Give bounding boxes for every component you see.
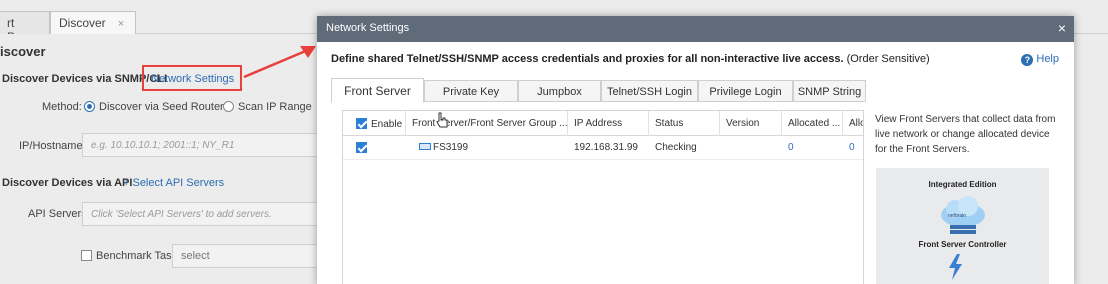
radio-label: Scan IP Range xyxy=(238,101,312,113)
dialog-tab-bar: Front Server Private Key Jumpbox Telnet/… xyxy=(331,78,866,103)
help-link[interactable]: ? Help xyxy=(1021,53,1059,66)
column-status[interactable]: Status xyxy=(649,111,720,136)
front-server-name: FS3199 xyxy=(433,142,469,153)
description-rest: (Order Sensitive) xyxy=(843,53,930,65)
radio-selected-icon xyxy=(84,101,95,112)
tab-jumpbox[interactable]: Jumpbox xyxy=(518,80,601,102)
close-icon[interactable]: × xyxy=(1058,20,1066,36)
help-icon: ? xyxy=(1021,54,1034,66)
side-help-text: View Front Servers that collect data fro… xyxy=(875,114,1056,155)
cloud-logo-text: netbrain xyxy=(948,213,966,219)
column-ip-address[interactable]: IP Address xyxy=(568,111,649,136)
api-servers-label: API Servers: xyxy=(28,208,90,220)
select-api-servers-link[interactable]: + Select API Servers xyxy=(123,177,224,189)
column-label: Enable xyxy=(371,119,403,130)
column-allocated[interactable]: Allocated ... xyxy=(782,111,843,136)
tab-front-server[interactable]: Front Server xyxy=(331,78,424,103)
select-all-checkbox-icon[interactable] xyxy=(356,118,367,129)
column-allocated-2[interactable]: Allo xyxy=(843,111,863,136)
column-version[interactable]: Version xyxy=(720,111,782,136)
front-server-name-cell: FS3199 xyxy=(413,136,568,160)
column-front-server[interactable]: Front Server/Front Server Group ... xyxy=(406,111,568,136)
benchmark-task-label: Benchmark Task: xyxy=(96,250,181,262)
version-cell xyxy=(720,136,782,160)
hand-cursor-icon xyxy=(436,112,448,128)
front-server-illustration: Integrated Edition netbrain Front Server… xyxy=(876,168,1049,284)
lightning-icon xyxy=(949,254,962,280)
column-enable[interactable]: Enable xyxy=(343,111,406,136)
annotation-arrow xyxy=(243,46,316,79)
benchmark-task-checkbox[interactable]: Benchmark Task: xyxy=(81,250,180,262)
radio-label: Discover via Seed Routers xyxy=(99,101,230,113)
tab-snmp-string[interactable]: SNMP String xyxy=(793,80,866,102)
illustration-caption: Front Server Controller xyxy=(918,240,1007,249)
allocated-count-link-2[interactable]: 0 xyxy=(843,136,863,160)
status-cell: Checking xyxy=(655,142,697,153)
dialog-title: Network Settings xyxy=(326,22,410,34)
network-settings-dialog: Network Settings × Define shared Telnet/… xyxy=(317,16,1074,284)
table-header: Enable Front Server/Front Server Group .… xyxy=(343,111,863,136)
illustration-title: Integrated Edition xyxy=(928,180,997,189)
api-servers-input[interactable]: Click 'Select API Servers' to add server… xyxy=(82,202,322,226)
description-bold: Define shared Telnet/SSH/SNMP access cre… xyxy=(331,53,844,65)
tab-telnet-ssh-login[interactable]: Telnet/SSH Login xyxy=(601,80,698,102)
ip-address-cell: 192.168.31.99 xyxy=(574,142,638,153)
table-row[interactable]: FS3199 192.168.31.99 Checking 0 0 xyxy=(343,136,863,160)
front-server-table: Enable Front Server/Front Server Group .… xyxy=(342,110,864,284)
row-checkbox-icon[interactable] xyxy=(356,142,367,153)
radio-icon xyxy=(223,101,234,112)
allocated-count-link[interactable]: 0 xyxy=(782,136,843,160)
front-server-icon xyxy=(419,143,431,150)
dialog-header: Network Settings × xyxy=(317,16,1074,42)
tab-privilege-login[interactable]: Privilege Login xyxy=(698,80,793,102)
tab-private-key[interactable]: Private Key xyxy=(424,80,518,102)
cloud-server-icon: netbrain xyxy=(941,196,985,234)
benchmark-task-select[interactable]: select xyxy=(172,244,322,268)
help-label: Help xyxy=(1036,53,1059,65)
ip-hostname-label: IP/Hostname: xyxy=(19,140,86,152)
ip-hostname-input[interactable]: e.g. 10.10.10.1; 2001::1; NY_R1 xyxy=(82,133,322,157)
seed-routers-radio[interactable]: Discover via Seed Routers xyxy=(84,101,229,113)
method-label: Method: xyxy=(42,101,82,113)
api-section-title: Discover Devices via API xyxy=(2,177,133,189)
dialog-description: Define shared Telnet/SSH/SNMP access cre… xyxy=(331,53,930,65)
checkbox-icon xyxy=(81,250,92,261)
scan-ip-range-radio[interactable]: Scan IP Range xyxy=(223,101,312,113)
row-enable-cell xyxy=(343,136,406,160)
